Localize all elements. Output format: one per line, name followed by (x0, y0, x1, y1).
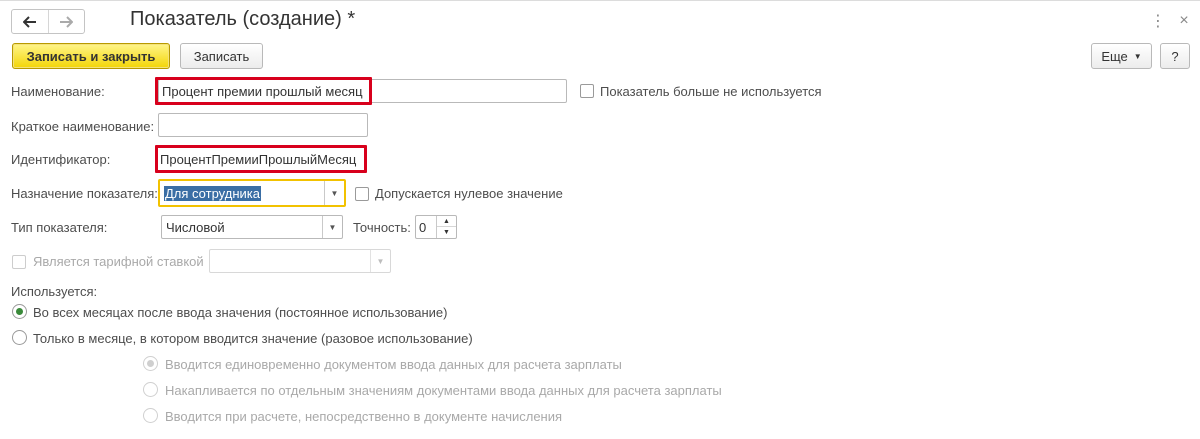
window-title: Показатель (создание) * (130, 8, 356, 30)
dropdown-arrow-icon: ▼ (330, 188, 339, 198)
window-top-border (0, 0, 1200, 1)
type-label: Тип показателя: (11, 220, 108, 235)
precision-label: Точность: (353, 220, 411, 235)
type-value: Числовой (166, 219, 225, 235)
dropdown-arrow-icon: ▼ (376, 256, 385, 266)
tariff-dropdown-button[interactable]: ▼ (370, 250, 390, 272)
usage-option-permanent-label: Во всех месяцах после ввода значения (по… (33, 305, 448, 320)
radio-selected-dot (147, 360, 154, 367)
precision-value: 0 (419, 219, 427, 235)
usage-option-permanent-radio[interactable] (12, 304, 27, 319)
close-icon[interactable]: × (1176, 10, 1192, 32)
not-used-checkbox[interactable] (580, 84, 594, 98)
type-select[interactable]: Числовой ▼ (161, 215, 343, 239)
dropdown-arrow-icon: ▼ (1133, 51, 1142, 61)
identifier-input[interactable]: ПроцентПремииПрошлыйМесяц (155, 145, 367, 173)
save-and-close-button[interactable]: Записать и закрыть (12, 43, 170, 69)
more-button-label: Еще (1101, 48, 1128, 64)
short-name-input[interactable] (158, 113, 368, 137)
name-input[interactable]: Процент премии прошлый месяц (155, 77, 372, 105)
sub-option-document-radio[interactable] (143, 356, 158, 371)
usage-option-single-label: Только в месяце, в котором вводится знач… (33, 331, 473, 346)
forward-button[interactable] (47, 10, 85, 33)
sub-option-accumulate-label: Накапливается по отдельным значениям док… (165, 383, 722, 398)
sub-option-calculation-radio[interactable] (143, 408, 158, 423)
save-button[interactable]: Записать (180, 43, 263, 69)
tariff-checkbox[interactable] (12, 255, 26, 269)
navigation-buttons (11, 9, 85, 34)
type-dropdown-button[interactable]: ▼ (322, 216, 342, 238)
identifier-label: Идентификатор: (11, 152, 111, 167)
sub-option-accumulate-radio[interactable] (143, 382, 158, 397)
back-arrow-icon (22, 15, 36, 28)
precision-spinner[interactable]: ▲ ▼ (436, 216, 456, 238)
tariff-select[interactable]: ▼ (209, 249, 391, 273)
precision-input[interactable]: 0 ▲ ▼ (415, 215, 457, 239)
dropdown-arrow-icon: ▼ (328, 222, 337, 232)
zero-allowed-label: Допускается нулевое значение (375, 186, 563, 201)
name-value: Процент премии прошлый месяц (162, 83, 363, 99)
usage-option-single-radio[interactable] (12, 330, 27, 345)
identifier-value: ПроцентПремииПрошлыйМесяц (160, 151, 357, 167)
more-vertical-icon[interactable]: ⋮ (1150, 10, 1166, 32)
not-used-label: Показатель больше не используется (600, 84, 822, 99)
purpose-value: Для сотрудника (164, 185, 261, 201)
purpose-dropdown-button[interactable]: ▼ (324, 181, 344, 205)
zero-allowed-checkbox[interactable] (355, 187, 369, 201)
spinner-up-icon[interactable]: ▲ (437, 216, 456, 227)
forward-arrow-icon (60, 15, 74, 28)
help-button[interactable]: ? (1160, 43, 1190, 69)
purpose-label: Назначение показателя: (11, 186, 158, 201)
tariff-label: Является тарифной ставкой (33, 254, 204, 269)
short-name-label: Краткое наименование: (11, 119, 155, 134)
radio-selected-dot (16, 308, 23, 315)
name-label: Наименование: (11, 84, 105, 99)
back-button[interactable] (12, 10, 48, 33)
sub-option-calculation-label: Вводится при расчете, непосредственно в … (165, 409, 563, 424)
spinner-down-icon[interactable]: ▼ (437, 227, 456, 238)
sub-option-document-label: Вводится единовременно документом ввода … (165, 357, 622, 372)
more-button[interactable]: Еще ▼ (1091, 43, 1152, 69)
usage-label: Используется: (11, 284, 98, 299)
purpose-select[interactable]: Для сотрудника ▼ (158, 179, 346, 207)
